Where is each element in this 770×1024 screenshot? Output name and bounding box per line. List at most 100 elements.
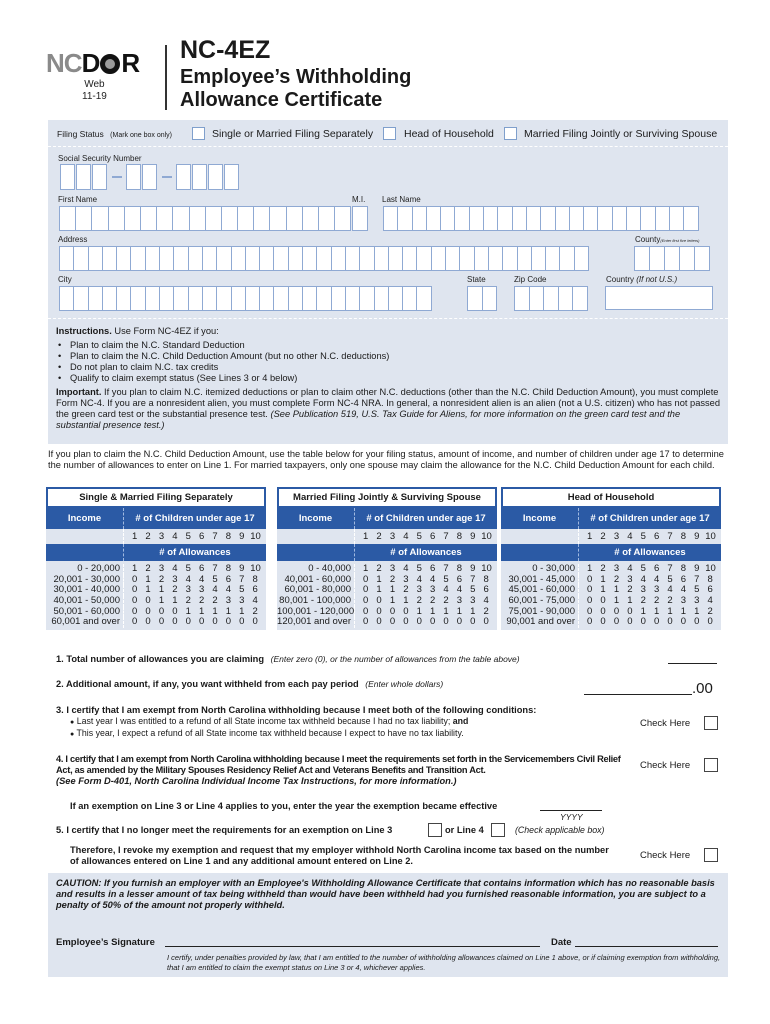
ln-char-box[interactable] <box>440 206 456 231</box>
filing-status-single-checkbox[interactable] <box>192 127 205 140</box>
last-name-input[interactable] <box>383 206 699 231</box>
addr-char-box[interactable] <box>344 246 361 271</box>
addr-char-box[interactable] <box>173 246 189 271</box>
city-char-box[interactable] <box>330 286 346 311</box>
ssn-input[interactable] <box>60 164 240 190</box>
addr-char-box[interactable] <box>159 246 175 271</box>
addr-char-box[interactable] <box>416 246 432 271</box>
addr-char-box[interactable] <box>373 246 389 271</box>
ln-char-box[interactable] <box>397 206 413 231</box>
filing-status-mfj-checkbox[interactable] <box>504 127 517 140</box>
ssn-digit-box[interactable] <box>142 164 157 190</box>
zip-char-box[interactable] <box>557 286 573 311</box>
fn-char-box[interactable] <box>107 206 125 231</box>
city-char-box[interactable] <box>344 286 361 311</box>
ln-char-box[interactable] <box>411 206 427 231</box>
fn-char-box[interactable] <box>91 206 109 231</box>
city-char-box[interactable] <box>416 286 432 311</box>
county-char-box[interactable] <box>694 246 710 271</box>
ln-char-box[interactable] <box>611 206 628 231</box>
ssn-digit-box[interactable] <box>224 164 239 190</box>
addr-char-box[interactable] <box>516 246 532 271</box>
addr-char-box[interactable] <box>302 246 318 271</box>
addr-char-box[interactable] <box>201 246 218 271</box>
mi-input[interactable] <box>352 206 368 231</box>
addr-char-box[interactable] <box>359 246 375 271</box>
addr-char-box[interactable] <box>402 246 418 271</box>
fn-char-box[interactable] <box>269 206 287 231</box>
fn-char-box[interactable] <box>334 206 352 231</box>
ssn-digit-box[interactable] <box>76 164 91 190</box>
fn-char-box[interactable] <box>59 206 77 231</box>
addr-char-box[interactable] <box>559 246 575 271</box>
city-char-box[interactable] <box>173 286 189 311</box>
county-char-box[interactable] <box>634 246 650 271</box>
county-char-box[interactable] <box>649 246 665 271</box>
ln-char-box[interactable] <box>425 206 442 231</box>
city-char-box[interactable] <box>302 286 318 311</box>
city-char-box[interactable] <box>101 286 118 311</box>
city-char-box[interactable] <box>87 286 103 311</box>
city-char-box[interactable] <box>201 286 218 311</box>
addr-char-box[interactable] <box>545 246 561 271</box>
city-input[interactable] <box>59 286 432 311</box>
city-char-box[interactable] <box>187 286 203 311</box>
mi-char-box[interactable] <box>352 206 368 231</box>
ln-char-box[interactable] <box>454 206 470 231</box>
line-5-line4-checkbox[interactable] <box>491 823 505 837</box>
zip-char-box[interactable] <box>528 286 544 311</box>
fn-char-box[interactable] <box>318 206 336 231</box>
line-2-input[interactable] <box>584 694 692 695</box>
ln-char-box[interactable] <box>525 206 542 231</box>
addr-char-box[interactable] <box>502 246 518 271</box>
city-char-box[interactable] <box>259 286 275 311</box>
addr-char-box[interactable] <box>101 246 118 271</box>
ssn-digit-box[interactable] <box>208 164 223 190</box>
addr-char-box[interactable] <box>187 246 203 271</box>
addr-char-box[interactable] <box>487 246 504 271</box>
fn-char-box[interactable] <box>301 206 319 231</box>
state-char-box[interactable] <box>481 286 497 311</box>
ln-char-box[interactable] <box>483 206 499 231</box>
addr-char-box[interactable] <box>287 246 304 271</box>
ssn-digit-box[interactable] <box>60 164 75 190</box>
addr-char-box[interactable] <box>459 246 475 271</box>
addr-char-box[interactable] <box>59 246 75 271</box>
city-char-box[interactable] <box>273 286 289 311</box>
county-char-box[interactable] <box>664 246 680 271</box>
ln-char-box[interactable] <box>597 206 613 231</box>
fn-char-box[interactable] <box>253 206 271 231</box>
fn-char-box[interactable] <box>285 206 303 231</box>
city-char-box[interactable] <box>244 286 261 311</box>
ssn-digit-box[interactable] <box>126 164 141 190</box>
addr-char-box[interactable] <box>130 246 146 271</box>
city-char-box[interactable] <box>144 286 161 311</box>
county-char-box[interactable] <box>679 246 695 271</box>
ssn-digit-box[interactable] <box>176 164 191 190</box>
addr-char-box[interactable] <box>316 246 332 271</box>
city-char-box[interactable] <box>130 286 146 311</box>
addr-char-box[interactable] <box>87 246 103 271</box>
line-5-checkbox[interactable] <box>704 848 718 862</box>
fn-char-box[interactable] <box>204 206 222 231</box>
city-char-box[interactable] <box>230 286 246 311</box>
exemption-year-input[interactable] <box>540 810 602 811</box>
ln-char-box[interactable] <box>654 206 670 231</box>
city-char-box[interactable] <box>373 286 389 311</box>
city-char-box[interactable] <box>73 286 89 311</box>
fn-char-box[interactable] <box>75 206 93 231</box>
zip-char-box[interactable] <box>543 286 559 311</box>
addr-char-box[interactable] <box>244 246 261 271</box>
addr-char-box[interactable] <box>387 246 404 271</box>
city-char-box[interactable] <box>159 286 175 311</box>
ln-char-box[interactable] <box>626 206 642 231</box>
country-input[interactable] <box>605 286 713 310</box>
line-4-checkbox[interactable] <box>704 758 718 772</box>
line-5-line3-checkbox[interactable] <box>428 823 442 837</box>
ln-char-box[interactable] <box>383 206 399 231</box>
addr-char-box[interactable] <box>273 246 289 271</box>
ln-char-box[interactable] <box>540 206 556 231</box>
state-char-box[interactable] <box>467 286 483 311</box>
ln-char-box[interactable] <box>583 206 599 231</box>
zip-input[interactable] <box>514 286 588 311</box>
